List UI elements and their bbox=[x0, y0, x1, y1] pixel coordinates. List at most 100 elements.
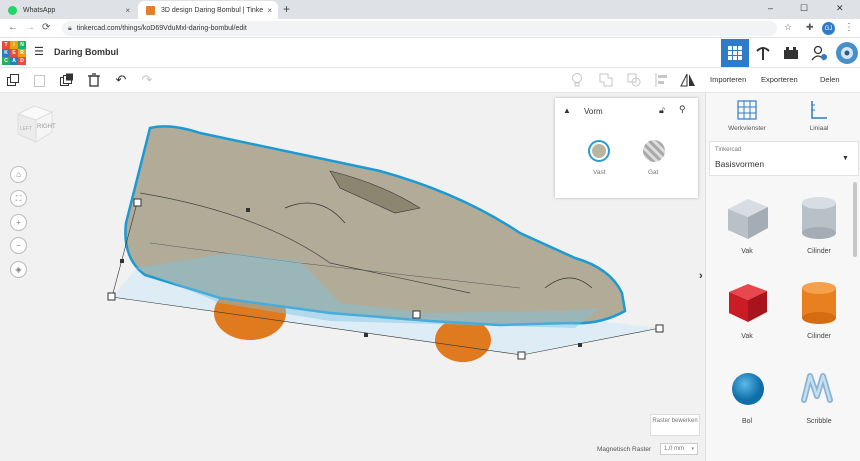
collapse-sidebar-icon[interactable]: › bbox=[699, 270, 703, 282]
minimize-button[interactable]: – bbox=[768, 3, 773, 13]
solid-swatch[interactable] bbox=[588, 140, 610, 162]
snap-grid-select[interactable]: 1,0 mm ▾ bbox=[660, 443, 698, 455]
shape-name: Cilinder bbox=[807, 333, 831, 340]
midpoint-handle[interactable] bbox=[364, 333, 368, 337]
delete-icon[interactable] bbox=[86, 72, 102, 88]
tab-whatsapp[interactable]: WhatsApp × bbox=[0, 1, 136, 19]
shape-tile-sphere[interactable]: Bol bbox=[715, 362, 780, 434]
new-tab-button[interactable]: + bbox=[283, 2, 290, 16]
shape-tile-cylinder-hole[interactable]: Cilinder bbox=[787, 192, 852, 264]
sphere-icon bbox=[732, 373, 764, 405]
collapse-panel-icon[interactable]: ▲ bbox=[563, 106, 571, 115]
extensions-icon[interactable]: ✚ bbox=[806, 22, 814, 33]
shape-name: Scribble bbox=[806, 418, 832, 425]
tab-tinkercad[interactable]: 3D design Daring Bombul | Tinke × bbox=[138, 1, 278, 19]
tab-title: 3D design Daring Bombul | Tinke bbox=[161, 6, 264, 14]
whatsapp-icon bbox=[8, 5, 17, 15]
lock-icon: 🔒︎ bbox=[68, 24, 72, 32]
redo-icon[interactable]: ↷ bbox=[139, 72, 155, 88]
add-user-button[interactable] bbox=[805, 39, 833, 67]
brick-icon bbox=[784, 47, 798, 59]
resize-handle[interactable] bbox=[133, 198, 142, 207]
box-icon bbox=[729, 284, 767, 322]
shape-tile-cylinder[interactable]: Cilinder bbox=[787, 277, 852, 349]
workplane-label: Werkvlenster bbox=[728, 125, 766, 132]
browser-menu-icon[interactable]: ⋮ bbox=[844, 22, 854, 33]
user-add-icon bbox=[811, 45, 827, 61]
shape-panel-title: Vorm bbox=[584, 107, 603, 116]
tab-title: WhatsApp bbox=[23, 6, 56, 14]
bulb-icon[interactable]: ⚲ bbox=[679, 104, 686, 115]
profile-avatar[interactable]: GJ bbox=[822, 22, 835, 35]
solid-label: Vast bbox=[593, 169, 606, 176]
shape-name: Vak bbox=[741, 333, 753, 340]
bricks-button[interactable] bbox=[777, 39, 805, 67]
library-name: Basisvormen bbox=[715, 159, 765, 169]
profile-avatar-large[interactable] bbox=[833, 39, 860, 67]
back-arrow-icon[interactable]: ← bbox=[8, 22, 18, 33]
group-icon[interactable] bbox=[598, 72, 614, 88]
tinkercad-logo[interactable]: T I N K E R C A D bbox=[2, 41, 26, 65]
maximize-button[interactable]: ☐ bbox=[800, 3, 808, 14]
midpoint-handle[interactable] bbox=[120, 259, 124, 263]
duplicate-icon[interactable] bbox=[59, 72, 75, 88]
app-header: T I N K E R C A D ☰ Daring Bombul bbox=[0, 38, 860, 68]
cylinder-hole-icon bbox=[802, 197, 836, 239]
copy-icon[interactable] bbox=[5, 72, 21, 88]
grid-edit-button[interactable]: Raster bewerken bbox=[650, 414, 700, 436]
resize-handle[interactable] bbox=[655, 324, 664, 333]
lock-icon[interactable]: 🔓︎ bbox=[659, 105, 665, 116]
grid-edit-label: Raster bewerken bbox=[652, 418, 698, 424]
chevron-down-icon: ▼ bbox=[842, 155, 849, 162]
bulb-icon[interactable] bbox=[569, 72, 585, 88]
ruler-icon[interactable] bbox=[810, 100, 828, 120]
shape-name: Cilinder bbox=[807, 248, 831, 255]
ruler-label: Liniaal bbox=[809, 125, 829, 132]
reload-icon[interactable]: ⟳ bbox=[42, 22, 50, 33]
avatar-icon bbox=[836, 42, 858, 64]
grid-icon bbox=[728, 46, 742, 60]
midpoint-handle[interactable] bbox=[578, 343, 582, 347]
workplane-icon[interactable] bbox=[737, 100, 757, 120]
tab-close-icon[interactable]: × bbox=[267, 6, 272, 15]
document-name[interactable]: Daring Bombul bbox=[54, 47, 119, 57]
resize-handle[interactable] bbox=[412, 310, 421, 319]
browser-tab-bar: WhatsApp × 3D design Daring Bombul | Tin… bbox=[0, 0, 860, 19]
close-window-button[interactable]: ✕ bbox=[836, 3, 844, 14]
url-text: tinkercad.com/things/koD69VduMxl-daring-… bbox=[76, 25, 247, 32]
shape-tile-box-hole[interactable]: Vak bbox=[715, 192, 780, 264]
library-category: Tinkercad bbox=[715, 147, 742, 153]
shape-tile-box[interactable]: Vak bbox=[715, 277, 780, 349]
midpoint-handle[interactable] bbox=[246, 208, 250, 212]
url-field[interactable]: 🔒︎ tinkercad.com/things/koD69VduMxl-dari… bbox=[62, 21, 777, 36]
bookmark-star-icon[interactable]: ☆ bbox=[784, 22, 792, 33]
share-button[interactable]: Delen bbox=[820, 75, 840, 84]
shape-tile-scribble[interactable]: Scribble bbox=[787, 362, 852, 434]
edit-toolbar: ↶ ↷ bbox=[0, 68, 705, 93]
pickaxe-icon bbox=[756, 47, 770, 60]
3d-view-button[interactable] bbox=[721, 39, 749, 67]
scribble-icon bbox=[801, 373, 833, 403]
design-list-icon[interactable]: ☰ bbox=[34, 45, 44, 58]
address-bar: ← → ⟳ 🔒︎ tinkercad.com/things/koD69VduMx… bbox=[0, 19, 860, 38]
tinkercad-favicon-icon bbox=[146, 5, 155, 15]
shape-name: Vak bbox=[741, 248, 753, 255]
side-tabs: Importeren Exporteren Delen bbox=[705, 68, 860, 93]
blocks-button[interactable] bbox=[749, 39, 777, 67]
align-icon[interactable] bbox=[654, 72, 670, 88]
hole-swatch[interactable] bbox=[643, 140, 665, 162]
resize-handle[interactable] bbox=[107, 292, 116, 301]
paste-icon[interactable] bbox=[31, 72, 47, 88]
shape-library-select[interactable]: Tinkercad Basisvormen ▼ bbox=[709, 141, 859, 176]
export-button[interactable]: Exporteren bbox=[761, 75, 798, 84]
mirror-icon[interactable] bbox=[680, 72, 696, 88]
sidebar-scrollbar[interactable] bbox=[853, 182, 857, 257]
forward-arrow-icon[interactable]: → bbox=[25, 22, 35, 33]
ungroup-icon[interactable] bbox=[626, 72, 642, 88]
tab-close-icon[interactable]: × bbox=[125, 6, 130, 15]
undo-icon[interactable]: ↶ bbox=[113, 72, 129, 88]
cylinder-icon bbox=[802, 282, 836, 324]
snap-grid-value: 1,0 mm bbox=[664, 446, 685, 452]
resize-handle[interactable] bbox=[517, 351, 526, 360]
import-button[interactable]: Importeren bbox=[710, 75, 746, 84]
